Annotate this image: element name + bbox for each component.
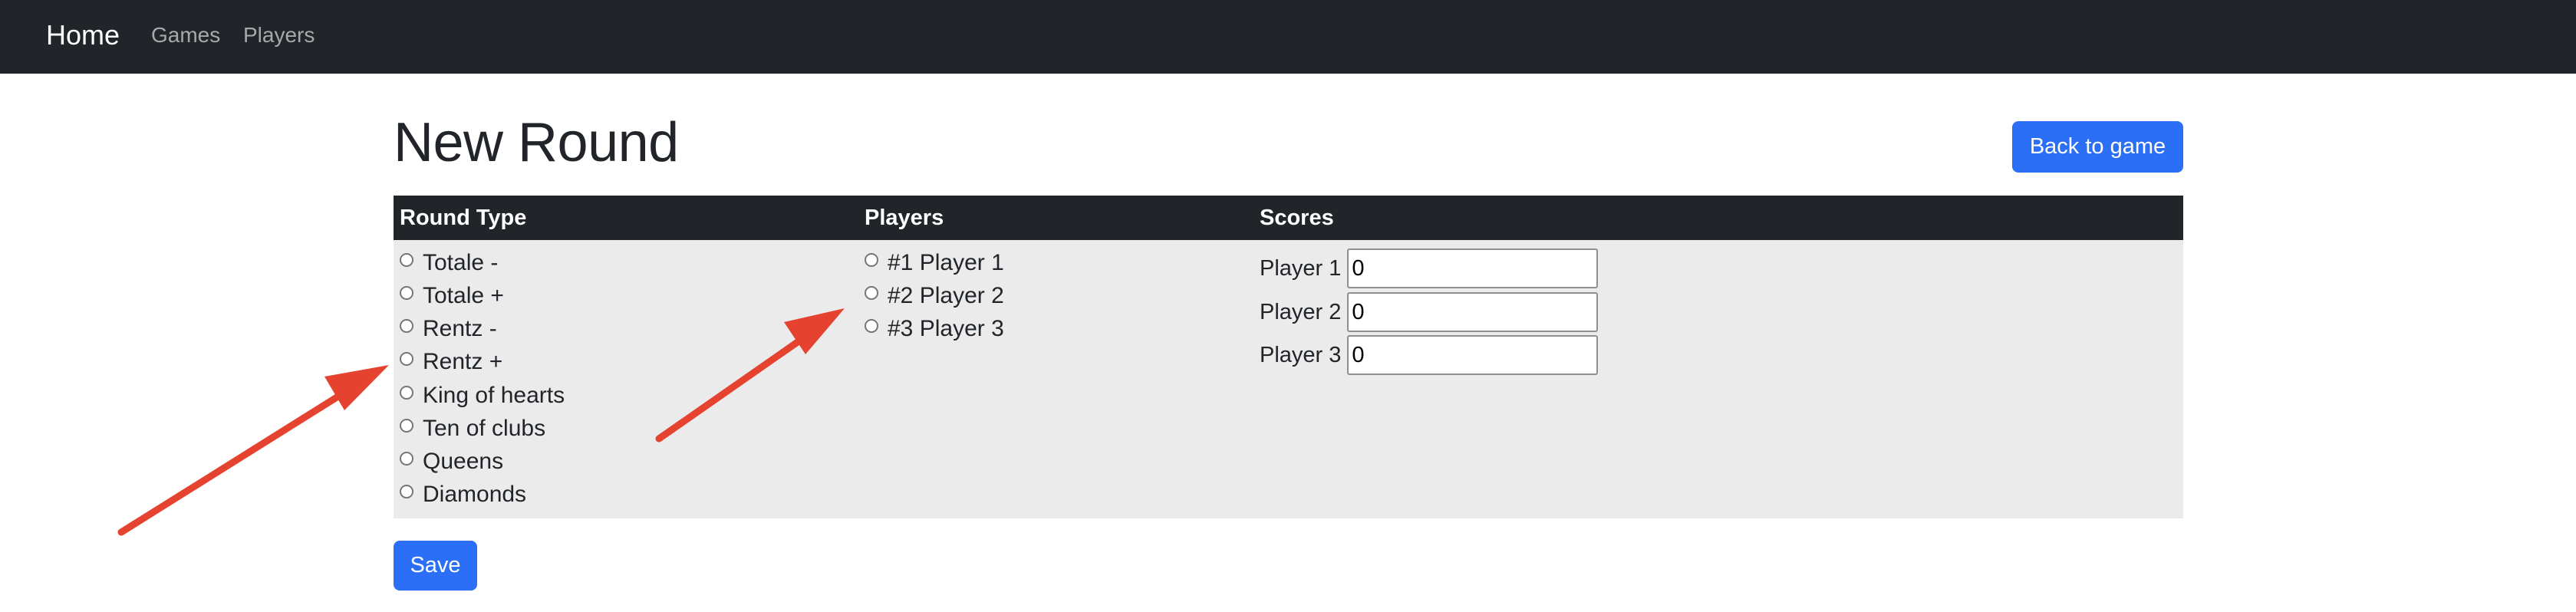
score-input-player-3[interactable] xyxy=(1347,335,1599,375)
radio-button[interactable] xyxy=(400,286,413,300)
back-to-game-button[interactable]: Back to game xyxy=(2012,121,2183,173)
round-type-option[interactable]: Totale - xyxy=(400,248,498,278)
round-type-option[interactable]: Totale + xyxy=(400,281,504,311)
player-label: #3 Player 3 xyxy=(888,316,1004,341)
save-button[interactable]: Save xyxy=(394,541,477,591)
header-scores: Scores xyxy=(1260,206,1334,230)
round-type-label: Totale + xyxy=(423,283,504,308)
round-type-option[interactable]: Rentz - xyxy=(400,314,497,344)
nav-players-link[interactable]: Players xyxy=(243,21,315,49)
radio-button[interactable] xyxy=(865,286,878,300)
player-option[interactable]: #2 Player 2 xyxy=(865,281,1004,311)
round-type-label: Queens xyxy=(423,449,504,474)
round-type-option[interactable]: Rentz + xyxy=(400,347,502,377)
top-navbar: Home Games Players xyxy=(0,0,2576,74)
round-type-label: Rentz - xyxy=(423,316,497,341)
radio-button[interactable] xyxy=(400,452,413,466)
round-type-label: Diamonds xyxy=(423,482,527,507)
radio-button[interactable] xyxy=(400,253,413,267)
player-option[interactable]: #1 Player 1 xyxy=(865,248,1004,278)
score-label: Player 1 xyxy=(1260,256,1342,281)
nav-home-link[interactable]: Home xyxy=(46,17,120,54)
radio-button[interactable] xyxy=(865,319,878,333)
radio-button[interactable] xyxy=(400,419,413,433)
round-type-option[interactable]: Queens xyxy=(400,446,503,477)
player-option[interactable]: #3 Player 3 xyxy=(865,314,1004,344)
radio-button[interactable] xyxy=(400,352,413,366)
round-type-label: Ten of clubs xyxy=(423,416,546,441)
score-label: Player 2 xyxy=(1260,300,1342,324)
round-type-label: Totale - xyxy=(423,250,499,275)
score-input-player-1[interactable] xyxy=(1347,248,1599,288)
player-label: #2 Player 2 xyxy=(888,283,1004,308)
player-label: #1 Player 1 xyxy=(888,250,1004,275)
round-type-option[interactable]: King of hearts xyxy=(400,380,565,411)
round-type-option[interactable]: Ten of clubs xyxy=(400,413,545,444)
page-title: New Round xyxy=(394,112,679,173)
nav-games-link[interactable]: Games xyxy=(151,21,220,49)
score-row: Player 1 xyxy=(1260,248,1599,289)
round-type-label: Rentz + xyxy=(423,349,503,374)
radio-button[interactable] xyxy=(865,253,878,267)
table-header: Round Type Players Scores xyxy=(394,196,2183,240)
score-input-player-2[interactable] xyxy=(1347,292,1599,332)
round-type-option[interactable]: Diamonds xyxy=(400,479,526,510)
radio-button[interactable] xyxy=(400,485,413,498)
round-type-label: King of hearts xyxy=(423,383,565,408)
score-row: Player 3 xyxy=(1260,334,1599,376)
score-label: Player 3 xyxy=(1260,343,1342,367)
round-form-table: Round Type Players Scores Totale - Total… xyxy=(394,196,2183,518)
header-round-type: Round Type xyxy=(400,206,527,230)
header-players: Players xyxy=(865,206,944,230)
radio-button[interactable] xyxy=(400,386,413,400)
score-row: Player 2 xyxy=(1260,291,1599,333)
arrow-icon xyxy=(117,365,389,536)
radio-button[interactable] xyxy=(400,319,413,333)
